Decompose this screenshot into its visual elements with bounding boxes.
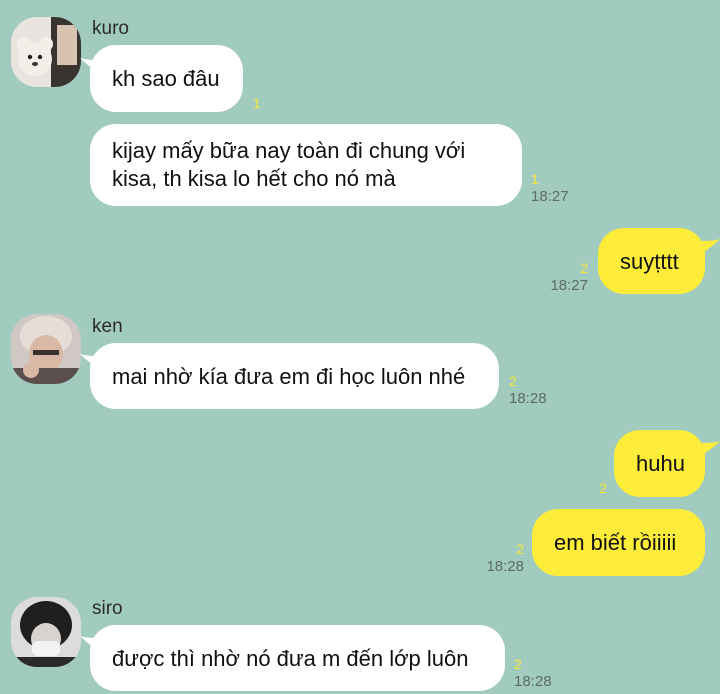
message-meta: 2 bbox=[599, 480, 607, 497]
message-bubble[interactable]: kh sao đâu bbox=[90, 45, 243, 112]
message-meta: 2 18:27 bbox=[550, 260, 588, 294]
message-meta: 2 18:28 bbox=[509, 373, 547, 407]
message-timestamp: 18:27 bbox=[531, 188, 569, 205]
unread-count: 2 bbox=[514, 656, 522, 672]
message-bubble[interactable]: suyṭttt bbox=[598, 228, 705, 294]
message-text: huhu bbox=[636, 451, 685, 476]
message-bubble[interactable]: kijay mấy bữa nay toàn đi chung với kisa… bbox=[90, 124, 522, 206]
message-timestamp: 18:28 bbox=[514, 673, 552, 690]
unread-count: 2 bbox=[509, 373, 517, 389]
message-text: mai nhờ kía đưa em đi học luôn nhé bbox=[112, 364, 466, 389]
ken-avatar[interactable] bbox=[11, 314, 81, 384]
sender-name: ken bbox=[92, 316, 123, 337]
sender-name: kuro bbox=[92, 18, 129, 39]
message-text-line: kisa, th kisa lo hết cho nó mà bbox=[112, 166, 396, 191]
unread-count: 2 bbox=[580, 260, 588, 276]
unread-count: 1 bbox=[531, 171, 539, 187]
message-text-line: kijay mấy bữa nay toàn đi chung với bbox=[112, 138, 466, 163]
chat-conversation: kuro kh sao đâu 1 kijay mấy bữa nay toàn… bbox=[0, 0, 720, 694]
message-meta: 1 bbox=[253, 95, 261, 112]
unread-count: 2 bbox=[516, 541, 524, 557]
unread-count: 2 bbox=[599, 480, 607, 496]
message-bubble[interactable]: em biết rồiiiii bbox=[532, 509, 705, 576]
message-text: em biết rồiiiii bbox=[554, 530, 677, 555]
message-meta: 2 18:28 bbox=[486, 541, 524, 575]
message-timestamp: 18:28 bbox=[509, 390, 547, 407]
unread-count: 1 bbox=[253, 95, 261, 111]
message-bubble[interactable]: được thì nhờ nó đưa m đến lớp luôn bbox=[90, 625, 505, 691]
message-timestamp: 18:27 bbox=[550, 277, 588, 294]
message-text: suyṭttt bbox=[620, 249, 679, 274]
bubble-tail-icon bbox=[702, 441, 720, 455]
kuro-avatar[interactable] bbox=[11, 17, 81, 87]
bubble-tail-icon bbox=[702, 239, 720, 253]
message-bubble[interactable]: huhu bbox=[614, 430, 705, 497]
message-text: kh sao đâu bbox=[112, 66, 220, 91]
message-bubble[interactable]: mai nhờ kía đưa em đi học luôn nhé bbox=[90, 343, 499, 409]
siro-avatar[interactable] bbox=[11, 597, 81, 667]
message-meta: 1 18:27 bbox=[531, 171, 569, 205]
message-text: được thì nhờ nó đưa m đến lớp luôn bbox=[112, 646, 469, 671]
message-meta: 2 18:28 bbox=[514, 656, 552, 690]
sender-name: siro bbox=[92, 598, 123, 619]
message-timestamp: 18:28 bbox=[486, 558, 524, 575]
